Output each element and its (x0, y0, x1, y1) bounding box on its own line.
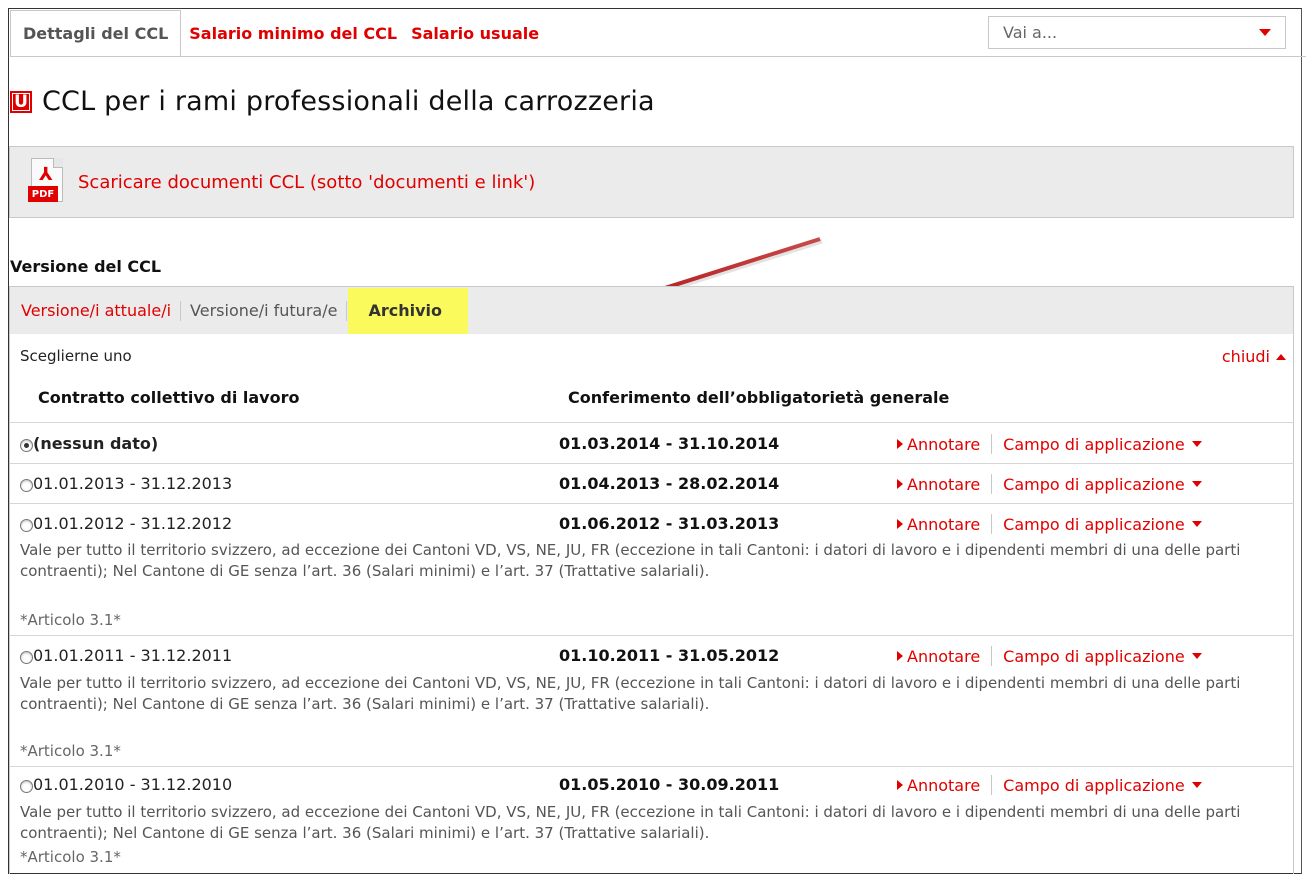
annotate-link[interactable]: Annotare (907, 647, 980, 666)
row-actions: Annotare Campo di applicazione (897, 474, 1202, 494)
caret-right-icon (897, 479, 903, 489)
choose-label: Sceglierne uno (20, 347, 132, 365)
chevron-down-icon (1191, 782, 1202, 788)
chevron-down-icon (1191, 441, 1202, 447)
row-actions: Annotare Campo di applicazione (897, 775, 1202, 795)
scope-link[interactable]: Campo di applicazione (1003, 647, 1185, 666)
action-separator (991, 474, 993, 494)
scope-link[interactable]: Campo di applicazione (1003, 515, 1185, 534)
chevron-down-icon (1191, 653, 1202, 659)
scope-description: Vale per tutto il territorio svizzero, a… (20, 803, 1241, 842)
scope-link[interactable]: Campo di applicazione (1003, 435, 1185, 454)
article-reference: *Articolo 3.1* (20, 742, 121, 760)
top-tab-bar: Dettagli del CCL Salario minimo del CCL … (10, 10, 545, 57)
goto-select[interactable]: Vai a... (988, 16, 1286, 49)
caret-right-icon (897, 651, 903, 661)
annotate-link[interactable]: Annotare (907, 776, 980, 795)
download-documents-link[interactable]: Scaricare documenti CCL (sotto 'document… (78, 172, 535, 193)
declaration-period: 01.06.2012 - 31.03.2013 (559, 514, 780, 533)
tab-future-versions[interactable]: Versione/i futura/e (190, 301, 337, 320)
row-actions: Annotare Campo di applicazione (897, 514, 1202, 534)
ccl-period: (nessun dato) (33, 434, 159, 453)
action-separator (991, 775, 993, 795)
ccl-period: 01.01.2013 - 31.12.2013 (33, 474, 233, 493)
annotate-link[interactable]: Annotare (907, 435, 980, 454)
version-radio[interactable] (20, 439, 33, 452)
scope-link[interactable]: Campo di applicazione (1003, 776, 1185, 795)
chevron-up-icon (1276, 353, 1286, 360)
version-row: (nessun dato) 01.03.2014 - 31.10.2014 An… (20, 432, 1290, 458)
divider (10, 422, 1294, 423)
u-badge-icon: U (10, 90, 32, 113)
caret-right-icon (897, 780, 903, 790)
version-row: 01.01.2012 - 31.12.2012 01.06.2012 - 31.… (20, 512, 1290, 538)
article-reference: *Articolo 3.1* (20, 848, 121, 866)
tab-minimum-wage[interactable]: Salario minimo del CCL (181, 10, 403, 56)
divider (10, 463, 1294, 464)
column-header-ccl: Contratto collettivo di lavoro (38, 388, 300, 407)
tab-separator (180, 300, 182, 321)
row-actions: Annotare Campo di applicazione (897, 646, 1202, 666)
scope-link[interactable]: Campo di applicazione (1003, 475, 1185, 494)
declaration-period: 01.05.2010 - 30.09.2011 (559, 775, 780, 794)
article-reference: *Articolo 3.1* (20, 611, 121, 629)
divider (10, 766, 1294, 767)
version-tabs: Versione/i attuale/i Versione/i futura/e… (9, 286, 1294, 334)
goto-select-value: Vai a... (1003, 23, 1058, 42)
annotate-link[interactable]: Annotare (907, 475, 980, 494)
page-header: U CCL per i rami professionali della car… (10, 86, 655, 117)
declaration-period: 01.03.2014 - 31.10.2014 (559, 434, 780, 453)
declaration-period: 01.10.2011 - 31.05.2012 (559, 646, 780, 665)
scope-description: Vale per tutto il territorio svizzero, a… (20, 674, 1241, 713)
download-bar: ⅄ PDF Scaricare documenti CCL (sotto 'do… (9, 146, 1294, 218)
annotate-link[interactable]: Annotare (907, 515, 980, 534)
caret-right-icon (897, 439, 903, 449)
tab-bar-divider (10, 56, 1306, 57)
pdf-icon-label: PDF (28, 186, 58, 202)
page-title: CCL per i rami professionali della carro… (42, 86, 655, 117)
version-row: 01.01.2010 - 31.12.2010 01.05.2010 - 30.… (20, 773, 1290, 799)
tab-archive[interactable]: Archivio (348, 287, 468, 334)
version-row: 01.01.2011 - 31.12.2011 01.10.2011 - 31.… (20, 644, 1290, 670)
tab-separator (346, 300, 348, 321)
divider (10, 503, 1294, 504)
version-section-title: Versione del CCL (10, 257, 162, 276)
tab-usual-wage[interactable]: Salario usuale (403, 10, 545, 56)
action-separator (991, 434, 993, 454)
row-actions: Annotare Campo di applicazione (897, 434, 1202, 454)
action-separator (991, 646, 993, 666)
ccl-period: 01.01.2010 - 31.12.2010 (33, 775, 233, 794)
close-label: chiudi (1221, 347, 1270, 366)
chevron-down-icon (1191, 481, 1202, 487)
tab-current-versions[interactable]: Versione/i attuale/i (21, 301, 171, 320)
version-radio[interactable] (20, 651, 33, 664)
action-separator (991, 514, 993, 534)
tab-ccl-details[interactable]: Dettagli del CCL (10, 10, 182, 57)
ccl-period: 01.01.2012 - 31.12.2012 (33, 514, 233, 533)
pdf-icon[interactable]: ⅄ PDF (28, 158, 68, 206)
column-header-declaration: Conferimento dell’obbligatorietà general… (568, 388, 950, 407)
divider (10, 635, 1294, 636)
close-link[interactable]: chiudi (1222, 347, 1286, 366)
chevron-down-icon (1191, 521, 1202, 527)
ccl-period: 01.01.2011 - 31.12.2011 (33, 646, 233, 665)
declaration-period: 01.04.2013 - 28.02.2014 (559, 474, 780, 493)
version-radio[interactable] (20, 519, 33, 532)
chevron-down-icon (1259, 29, 1271, 36)
scope-description: Vale per tutto il territorio svizzero, a… (20, 541, 1241, 580)
version-row: 01.01.2013 - 31.12.2013 01.04.2013 - 28.… (20, 472, 1290, 498)
version-radio[interactable] (20, 479, 33, 492)
caret-right-icon (897, 519, 903, 529)
version-radio[interactable] (20, 780, 33, 793)
